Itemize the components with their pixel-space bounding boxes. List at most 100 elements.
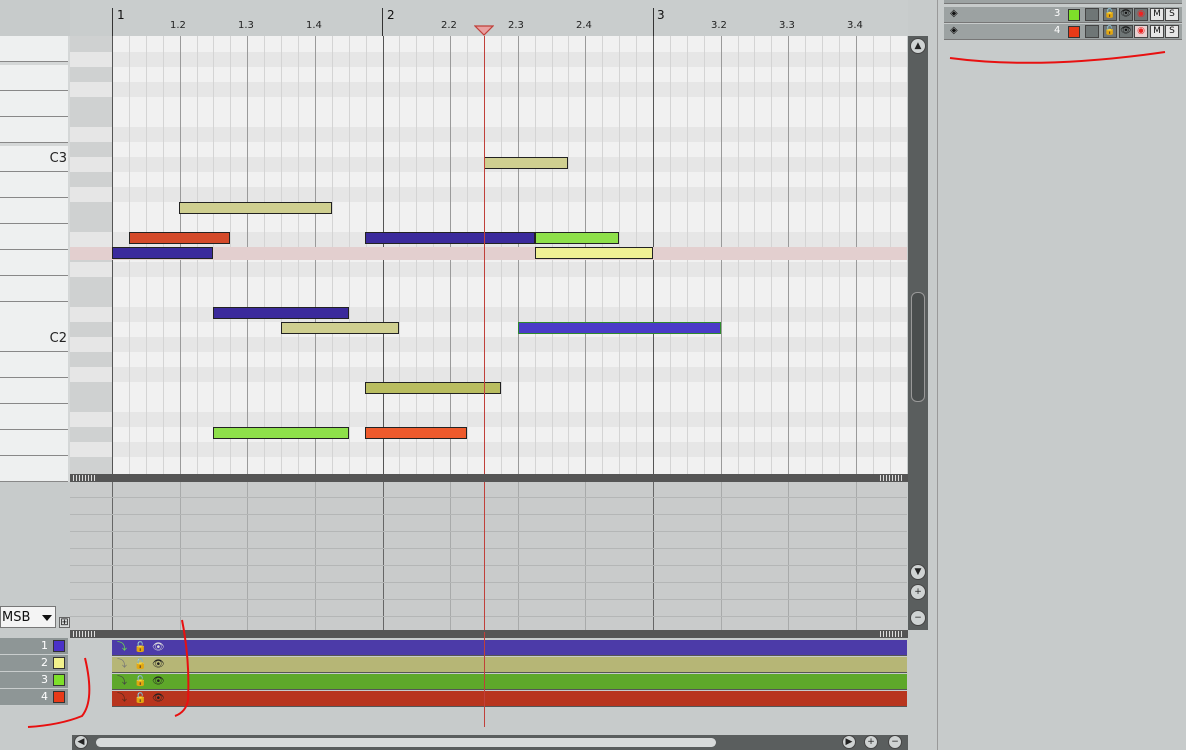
playhead-marker-icon[interactable]: [474, 25, 494, 36]
eye-icon[interactable]: 👁: [152, 659, 165, 671]
vertical-scrollbar[interactable]: ▲ ▼ + −: [908, 36, 928, 630]
lock-icon[interactable]: 🔓: [134, 676, 146, 688]
zoom-in-icon[interactable]: +: [864, 735, 878, 749]
track-color-swatch[interactable]: [1068, 26, 1080, 38]
cc-lane[interactable]: [70, 482, 907, 632]
piano-key[interactable]: [0, 430, 68, 456]
midi-note[interactable]: [213, 307, 349, 319]
track-list-panel[interactable]: ◈ 3 🔓 👁 ◉ M S ◈ 4 🔓 👁 ◉ M S: [937, 0, 1186, 750]
zoom-in-icon[interactable]: +: [910, 584, 926, 600]
track-row[interactable]: ◈ 3 🔓 👁 ◉ M S: [944, 7, 1182, 23]
piano-key[interactable]: [0, 276, 68, 302]
piano-key[interactable]: [0, 65, 68, 91]
piano-keyboard[interactable]: C3 C2: [0, 36, 71, 482]
lock-icon[interactable]: 🔓: [134, 693, 146, 705]
zoom-out-icon[interactable]: −: [888, 735, 902, 749]
record-arm-icon[interactable]: ⤵: [116, 642, 128, 654]
piano-key[interactable]: [0, 198, 68, 224]
scroll-left-icon[interactable]: ◀: [74, 735, 88, 749]
horizontal-scrollbar[interactable]: ◀ ▶ + −: [72, 735, 908, 750]
lock-icon[interactable]: 🔓: [134, 659, 146, 671]
channel-row[interactable]: 3: [0, 672, 68, 689]
eye-icon[interactable]: 👁: [1119, 25, 1133, 38]
track-lane[interactable]: ⤵ 🔓 👁: [112, 691, 907, 707]
record-arm-icon[interactable]: ⤵: [116, 659, 128, 671]
horizontal-scroll-thumb[interactable]: [96, 738, 716, 747]
track-lane[interactable]: ⤵ 🔓 👁: [112, 674, 907, 690]
mute-button[interactable]: M: [1150, 8, 1164, 21]
midi-note[interactable]: [365, 382, 501, 394]
record-arm-icon[interactable]: ⤵: [116, 676, 128, 688]
timeline-ruler[interactable]: 1 1.2 1.3 1.4 2 2.2 2.3 2.4 3 3.2 3.3 3.…: [70, 0, 908, 36]
track-row[interactable]: ◈ 4 🔓 👁 ◉ M S: [944, 24, 1182, 40]
channel-color-swatch[interactable]: [53, 657, 65, 669]
eye-icon[interactable]: 👁: [152, 676, 165, 688]
track-lane[interactable]: ⤵ 🔓 👁: [112, 640, 907, 656]
midi-note[interactable]: [365, 427, 467, 439]
piano-key[interactable]: [0, 172, 68, 198]
add-lane-button[interactable]: ⊞: [59, 617, 70, 628]
piano-roll-grid[interactable]: [70, 36, 907, 474]
lock-icon[interactable]: 🔓: [1103, 8, 1117, 21]
scroll-right-icon[interactable]: ▶: [842, 735, 856, 749]
channel-list[interactable]: 1 2 3 4: [0, 638, 70, 708]
mute-button[interactable]: M: [1150, 25, 1164, 38]
midi-note[interactable]: [518, 322, 721, 334]
channel-color-swatch[interactable]: [53, 691, 65, 703]
lane-splitter[interactable]: [70, 630, 908, 638]
midi-note[interactable]: [112, 247, 213, 259]
splitter-grip-icon[interactable]: [880, 631, 904, 637]
channel-row[interactable]: 1: [0, 638, 68, 655]
piano-key[interactable]: [0, 36, 68, 62]
midi-note[interactable]: [484, 157, 568, 169]
lane-splitter[interactable]: [70, 474, 908, 482]
piano-key[interactable]: [0, 352, 68, 378]
eye-icon[interactable]: 👁: [152, 642, 165, 654]
diamond-icon[interactable]: ◈: [950, 8, 958, 19]
piano-key[interactable]: [0, 456, 68, 482]
midi-note[interactable]: [535, 232, 619, 244]
cc-selector-dropdown[interactable]: MSB: [0, 606, 56, 628]
track-row[interactable]: [944, 0, 1182, 4]
midi-note[interactable]: [535, 247, 653, 259]
track-color-swatch[interactable]: [1068, 9, 1080, 21]
piano-key[interactable]: [0, 404, 68, 430]
piano-key[interactable]: [0, 302, 68, 328]
midi-note[interactable]: [213, 427, 349, 439]
channel-color-swatch[interactable]: [53, 640, 65, 652]
diamond-icon[interactable]: ◈: [950, 25, 958, 36]
midi-note[interactable]: [129, 232, 230, 244]
channel-color-swatch[interactable]: [53, 674, 65, 686]
solo-button[interactable]: S: [1165, 25, 1179, 38]
record-arm-icon[interactable]: ⤵: [116, 693, 128, 705]
piano-key[interactable]: [0, 378, 68, 404]
splitter-grip-icon[interactable]: [73, 631, 97, 637]
piano-key[interactable]: [0, 117, 68, 143]
track-lane[interactable]: ⤵ 🔓 👁: [112, 657, 907, 673]
channel-row[interactable]: 4: [0, 689, 68, 706]
solo-button[interactable]: S: [1165, 8, 1179, 21]
piano-key[interactable]: [0, 91, 68, 117]
scroll-up-icon[interactable]: ▲: [910, 38, 926, 54]
scroll-down-icon[interactable]: ▼: [910, 564, 926, 580]
grid-line: [856, 482, 857, 632]
piano-key[interactable]: [0, 250, 68, 276]
channel-icon[interactable]: [1085, 25, 1099, 38]
splitter-grip-icon[interactable]: [880, 475, 904, 481]
splitter-grip-icon[interactable]: [73, 475, 97, 481]
piano-key[interactable]: [0, 224, 68, 250]
eye-icon[interactable]: 👁: [1119, 8, 1133, 21]
eye-icon[interactable]: 👁: [152, 693, 165, 705]
channel-icon[interactable]: [1085, 8, 1099, 21]
midi-note[interactable]: [365, 232, 535, 244]
lock-icon[interactable]: 🔓: [1103, 25, 1117, 38]
record-arm-icon[interactable]: ◉: [1134, 8, 1148, 21]
record-arm-icon[interactable]: ◉: [1134, 25, 1148, 38]
channel-row[interactable]: 2: [0, 655, 68, 672]
midi-note[interactable]: [281, 322, 399, 334]
vertical-scroll-thumb[interactable]: [911, 292, 925, 402]
lock-icon[interactable]: 🔓: [134, 642, 146, 654]
track-lanes[interactable]: ⤵ 🔓 👁 ⤵ 🔓 👁 ⤵ 🔓 👁 ⤵ 🔓 👁: [112, 632, 907, 727]
zoom-out-icon[interactable]: −: [910, 610, 926, 626]
midi-note[interactable]: [179, 202, 332, 214]
